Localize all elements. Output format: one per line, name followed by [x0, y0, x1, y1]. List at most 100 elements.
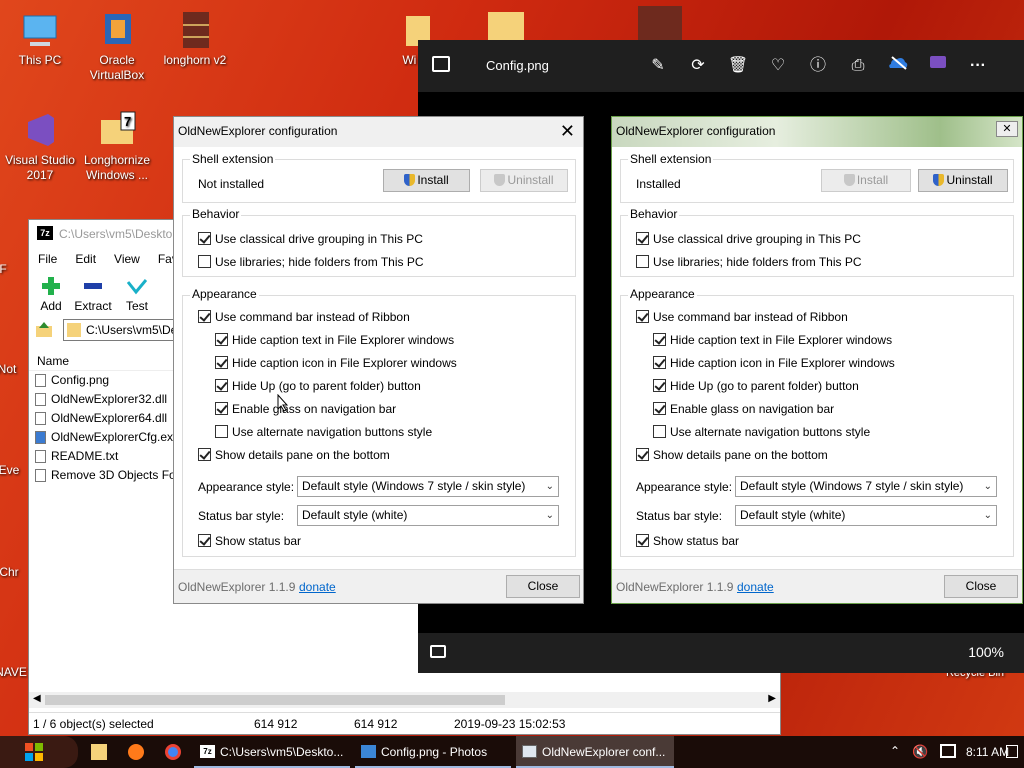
filmstrip-icon[interactable] [430, 645, 446, 658]
checkbox-details-pane[interactable]: Show details pane on the bottom [198, 448, 390, 464]
taskbar-item-photos[interactable]: Config.png - Photos [355, 736, 511, 768]
checkbox-box [636, 310, 649, 323]
favorite-icon[interactable]: ♡ [766, 54, 790, 78]
list-item[interactable]: Config.png [29, 371, 179, 390]
list-item[interactable]: README.txt [29, 447, 179, 466]
chrome-icon[interactable] [165, 744, 181, 760]
close-button[interactable]: Close [944, 575, 1018, 598]
delete-icon[interactable]: 🗑 [726, 54, 750, 78]
dialog-footer: OldNewExplorer 1.1.9 donate Close [612, 569, 1022, 603]
checkbox-label: Enable glass on navigation bar [232, 402, 397, 416]
checkbox-details-pane[interactable]: Show details pane on the bottom [636, 448, 828, 464]
checkbox-enable-glass[interactable]: Enable glass on navigation bar [215, 402, 396, 418]
icon-label: Oracle VirtualBox [89, 53, 145, 82]
checkbox-use-libraries[interactable]: Use libraries; hide folders from This PC [636, 255, 862, 271]
more-icon[interactable]: ··· [966, 54, 990, 78]
desktop-icon-longhorn[interactable]: longhorn v2 [155, 10, 235, 68]
scroll-right-icon[interactable]: ▶ [768, 693, 776, 704]
file-name: Remove 3D Objects Fo [51, 468, 176, 482]
shield-icon [843, 174, 855, 186]
volume-muted-icon[interactable]: 🔇 [912, 744, 928, 760]
checkbox-drive-grouping[interactable]: Use classical drive grouping in This PC [198, 232, 423, 248]
chevron-up-icon[interactable]: ⌃ [890, 744, 900, 758]
info-icon[interactable]: ⓘ [806, 54, 830, 78]
donate-link[interactable]: donate [299, 580, 336, 594]
list-item[interactable]: OldNewExplorer32.dll [29, 390, 179, 409]
archive-icon[interactable] [638, 6, 682, 40]
install-label: Install [417, 173, 449, 187]
extract-button[interactable]: Extract [73, 276, 113, 313]
scrollbar-thumb[interactable] [45, 695, 505, 705]
install-label: Install [856, 173, 889, 187]
list-item[interactable]: OldNewExplorerCfg.ex [29, 428, 179, 447]
checkbox-alternate-nav[interactable]: Use alternate navigation buttons style [215, 425, 432, 441]
checkbox-hide-up-button[interactable]: Hide Up (go to parent folder) button [653, 379, 859, 395]
checkbox-command-bar[interactable]: Use command bar instead of Ribbon [198, 310, 410, 326]
add-button[interactable]: Add [31, 276, 71, 313]
install-button[interactable]: Install [821, 169, 911, 192]
notifications-icon[interactable] [1006, 745, 1018, 758]
shield-icon [933, 174, 945, 186]
firefox-icon[interactable] [128, 744, 144, 760]
uninstall-button[interactable]: Uninstall [918, 169, 1008, 192]
checkbox-show-status-bar[interactable]: Show status bar [636, 534, 739, 550]
video-editor-icon[interactable] [926, 54, 950, 78]
checkbox-drive-grouping[interactable]: Use classical drive grouping in This PC [636, 232, 861, 248]
close-button[interactable]: Close [506, 575, 580, 598]
menu-file[interactable]: File [38, 252, 57, 266]
checkbox-show-status-bar[interactable]: Show status bar [198, 534, 301, 550]
clock-time[interactable]: 8:11 AM [966, 745, 1009, 759]
taskbar-item-oldnewexplorer[interactable]: OldNewExplorer conf... [516, 736, 674, 768]
checkbox-command-bar[interactable]: Use command bar instead of Ribbon [636, 310, 848, 326]
donate-link[interactable]: donate [737, 580, 774, 594]
status-style-select[interactable]: Default style (white) ⌄ [297, 505, 559, 526]
file-explorer-icon[interactable] [91, 744, 107, 760]
desktop-icon-virtualbox[interactable]: Oracle VirtualBox [77, 10, 157, 83]
close-icon[interactable]: ✕ [560, 117, 575, 145]
rotate-icon[interactable]: ⟳ [686, 54, 710, 78]
checkbox-hide-caption-icon[interactable]: Hide caption icon in File Explorer windo… [653, 356, 895, 372]
print-icon[interactable]: ⎙ [846, 54, 870, 78]
checkbox-label: Use alternate navigation buttons style [232, 425, 433, 439]
checkbox-alternate-nav[interactable]: Use alternate navigation buttons style [653, 425, 870, 441]
folder-icon[interactable] [488, 12, 524, 42]
network-icon[interactable] [940, 744, 956, 758]
onedrive-icon[interactable] [886, 54, 910, 78]
address-input[interactable]: C:\Users\vm5\De [63, 319, 179, 341]
checkbox-enable-glass[interactable]: Enable glass on navigation bar [653, 402, 834, 418]
checkbox-hide-caption-text[interactable]: Hide caption text in File Explorer windo… [653, 333, 892, 349]
plus-icon [31, 276, 71, 296]
up-folder-icon[interactable] [35, 321, 53, 339]
version-label: OldNewExplorer 1.1.9 [178, 580, 296, 594]
checkbox-hide-up-button[interactable]: Hide Up (go to parent folder) button [215, 379, 421, 395]
install-button[interactable]: Install [383, 169, 470, 192]
taskbar-item-7zip[interactable]: 7z C:\Users\vm5\Deskto... [194, 736, 350, 768]
checkbox-label: Hide caption text in File Explorer windo… [670, 333, 893, 347]
checkbox-box [215, 379, 228, 392]
status-date: 2019-09-23 15:02:53 [454, 717, 566, 731]
start-button[interactable] [0, 736, 78, 768]
column-header-name[interactable]: Name [29, 351, 179, 371]
status-style-select[interactable]: Default style (white) ⌄ [735, 505, 997, 526]
visual-studio-icon [20, 110, 60, 150]
menu-view[interactable]: View [114, 252, 140, 266]
list-item[interactable]: Remove 3D Objects Fo [29, 466, 179, 485]
checkbox-use-libraries[interactable]: Use libraries; hide folders from This PC [198, 255, 424, 271]
checkbox-hide-caption-icon[interactable]: Hide caption icon in File Explorer windo… [215, 356, 457, 372]
horizontal-scrollbar[interactable]: ◀ ▶ [29, 692, 780, 708]
list-item[interactable]: OldNewExplorer64.dll [29, 409, 179, 428]
appearance-style-select[interactable]: Default style (Windows 7 style / skin st… [735, 476, 997, 497]
status-packed: 614 912 [354, 717, 398, 731]
uninstall-button[interactable]: Uninstall [480, 169, 568, 192]
menu-edit[interactable]: Edit [75, 252, 96, 266]
test-button[interactable]: Test [117, 276, 157, 313]
scroll-left-icon[interactable]: ◀ [33, 693, 41, 704]
dialog-body: Shell extension Installed Install Uninst… [612, 147, 1022, 569]
checkbox-hide-caption-text[interactable]: Hide caption text in File Explorer windo… [215, 333, 454, 349]
desktop-icon-this-pc[interactable]: This PC [0, 10, 80, 68]
desktop-icon-longhornize[interactable]: 7 Longhornize Windows ... [77, 110, 157, 183]
appearance-style-select[interactable]: Default style (Windows 7 style / skin st… [297, 476, 559, 497]
desktop-icon-visual-studio[interactable]: Visual Studio 2017 [0, 110, 80, 183]
edit-icon[interactable]: ✎ [646, 54, 670, 78]
close-icon[interactable]: ✕ [996, 121, 1018, 137]
